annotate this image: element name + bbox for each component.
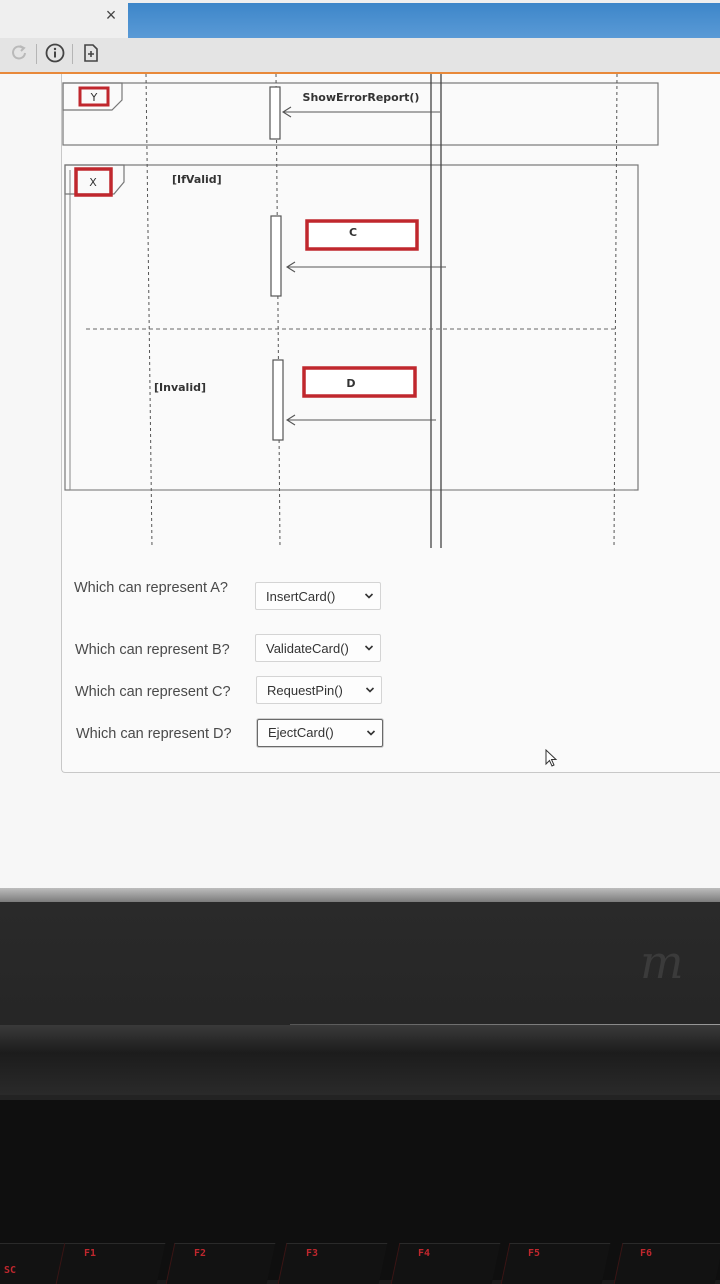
sequence-diagram: Y X ShowErrorReport() C D [IfValid] [Inv… [62,74,659,549]
guard-invalid: [Invalid] [154,381,206,394]
monitor-bezel [0,888,720,902]
activation-bar-3 [272,359,284,441]
chevron-down-icon [366,730,376,736]
box-d-label: D [346,377,355,390]
guard-if-valid: [IfValid] [172,173,222,186]
content-area: Y X ShowErrorReport() C D [IfValid] [Inv… [0,74,720,890]
toolbar-separator [72,44,73,64]
answer-a-select[interactable]: InsertCard() [255,582,381,610]
activation-bar-1 [269,86,281,140]
answer-c-value: RequestPin() [267,683,343,698]
question-a-label: Which can represent A? [74,580,228,596]
refresh-icon[interactable] [8,42,30,64]
title-bar: × [0,0,720,38]
answer-d-value: EjectCard() [268,725,334,740]
chevron-down-icon [364,645,374,651]
key-esc-label: SC [4,1265,17,1276]
box-c[interactable] [305,219,419,251]
key-f1 [55,1243,166,1284]
key-esc [0,1243,66,1284]
key-f3 [277,1243,388,1284]
chevron-down-icon [365,687,375,693]
key-f2 [165,1243,276,1284]
add-document-icon[interactable] [80,42,102,64]
key-f6 [613,1243,720,1284]
key-f6-label: F6 [640,1248,653,1259]
answer-b-value: ValidateCard() [266,641,349,656]
question-c-label: Which can represent C? [75,684,231,700]
key-f5-label: F5 [528,1248,541,1259]
key-f2-label: F2 [194,1248,207,1259]
box-d[interactable] [302,366,417,398]
answer-c-select[interactable]: RequestPin() [256,676,382,704]
box-c-label: C [349,226,357,239]
answer-d-select[interactable]: EjectCard() [257,719,383,747]
active-window-tab[interactable] [128,3,720,38]
laptop-hinge [0,1025,720,1095]
key-f3-label: F3 [306,1248,319,1259]
chevron-down-icon [364,593,374,599]
key-f5 [500,1243,611,1284]
screen: × Y X ShowErrorReport() C D [IfValid] [I… [0,0,720,900]
question-d-label: Which can represent D? [76,726,232,742]
key-f4-label: F4 [418,1248,431,1259]
frame-x-tag: X [89,176,97,189]
toolbar [0,38,720,74]
answer-b-select[interactable]: ValidateCard() [255,634,381,662]
question-b-label: Which can represent B? [75,642,230,658]
activation-bar-2 [270,215,282,297]
answer-a-value: InsertCard() [266,589,336,604]
mouse-cursor-icon [545,749,558,767]
brand-logo: m [640,935,684,989]
toolbar-separator [36,44,37,64]
key-f4 [390,1243,501,1284]
frame-y-tag: Y [90,91,98,104]
key-f1-label: F1 [84,1248,97,1259]
info-icon[interactable] [44,42,66,64]
message-show-error-report: ShowErrorReport() [303,91,420,104]
close-icon[interactable]: × [100,5,122,26]
